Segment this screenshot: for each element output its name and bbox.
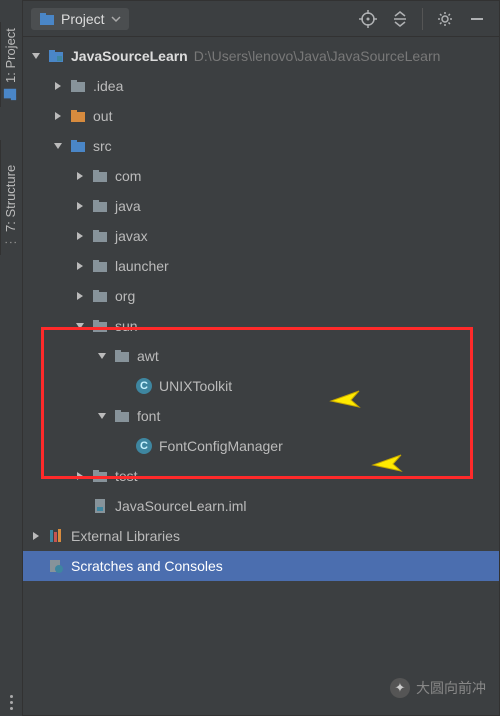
tree-node-scratches[interactable]: Scratches and Consoles (23, 551, 499, 581)
tree-node-font[interactable]: font (23, 401, 499, 431)
tree-node-javax[interactable]: javax (23, 221, 499, 251)
folder-icon (113, 347, 131, 365)
folder-out-icon (69, 107, 87, 125)
watermark-text: 大圆向前冲 (416, 678, 486, 698)
folder-icon (91, 287, 109, 305)
expand-arrow-icon[interactable] (95, 409, 109, 423)
folder-src-icon (69, 137, 87, 155)
folder-icon (113, 407, 131, 425)
sidebar-tab-project[interactable]: 1: Project (0, 22, 20, 107)
tree-node-label: .idea (93, 78, 123, 94)
tree-node-label: test (115, 468, 138, 484)
tree-node-label: out (93, 108, 112, 124)
expand-arrow-icon[interactable] (95, 349, 109, 363)
expand-arrow-icon[interactable] (73, 199, 87, 213)
tree-node-label: org (115, 288, 135, 304)
watermark: ✦ 大圆向前冲 (390, 678, 486, 698)
tree-node-label: awt (137, 348, 159, 364)
tree-node-org[interactable]: org (23, 281, 499, 311)
tree-node-java[interactable]: java (23, 191, 499, 221)
class-icon: C (135, 377, 153, 395)
tree-node-label: JavaSourceLearn.iml (115, 498, 247, 514)
toolbar-divider (422, 8, 423, 30)
tree-node-label: UNIXToolkit (159, 378, 232, 394)
tree-node-label: javax (115, 228, 148, 244)
tree-node-label: launcher (115, 258, 169, 274)
settings-button[interactable] (431, 5, 459, 33)
folder-icon (91, 257, 109, 275)
sidebar-tab-project-label: 1: Project (3, 28, 18, 83)
tree-node-label: com (115, 168, 141, 184)
folder-icon (91, 227, 109, 245)
folder-icon (91, 317, 109, 335)
expand-arrow-icon[interactable] (73, 259, 87, 273)
expand-arrow-icon[interactable] (51, 79, 65, 93)
tree-node-com[interactable]: com (23, 161, 499, 191)
tree-node-label: JavaSourceLearn (71, 48, 188, 64)
tree-node-external-libs[interactable]: External Libraries (23, 521, 499, 551)
folder-icon (69, 77, 87, 95)
project-dropdown-label: Project (61, 11, 105, 27)
project-tree[interactable]: JavaSourceLearn D:\Users\lenovo\Java\Jav… (23, 37, 499, 601)
project-view-dropdown[interactable]: Project (31, 8, 129, 30)
tree-node-path: D:\Users\lenovo\Java\JavaSourceLearn (194, 48, 441, 64)
tree-node-fontconfig[interactable]: C FontConfigManager (23, 431, 499, 461)
expand-arrow-icon[interactable] (29, 49, 43, 63)
scratches-icon (47, 557, 65, 575)
iml-file-icon (91, 497, 109, 515)
tree-node-label: sun (115, 318, 138, 334)
tree-node-label: FontConfigManager (159, 438, 283, 454)
expand-arrow-icon[interactable] (51, 109, 65, 123)
project-icon (39, 11, 55, 27)
project-panel: Project JavaSourceLearn D:\Users\lenovo\… (22, 0, 500, 716)
expand-arrow-icon[interactable] (73, 169, 87, 183)
tree-node-label: src (93, 138, 112, 154)
expand-arrow-icon[interactable] (51, 139, 65, 153)
tree-node-sun[interactable]: sun (23, 311, 499, 341)
collapse-button[interactable] (386, 5, 414, 33)
expand-arrow-icon[interactable] (73, 469, 87, 483)
folder-icon (91, 197, 109, 215)
tree-node-root[interactable]: JavaSourceLearn D:\Users\lenovo\Java\Jav… (23, 41, 499, 71)
expand-arrow-icon[interactable] (73, 319, 87, 333)
tree-node-unixtoolkit[interactable]: C UNIXToolkit (23, 371, 499, 401)
folder-icon (91, 467, 109, 485)
expand-arrow-icon[interactable] (73, 289, 87, 303)
tree-node-src[interactable]: src (23, 131, 499, 161)
tree-node-awt[interactable]: awt (23, 341, 499, 371)
sidebar-tab-structure[interactable]: ⋮ 7: Structure (0, 140, 20, 255)
tree-node-launcher[interactable]: launcher (23, 251, 499, 281)
tree-node-label: External Libraries (71, 528, 180, 544)
watermark-icon: ✦ (390, 678, 410, 698)
sidebar-tab-structure-label: 7: Structure (3, 165, 18, 232)
tree-node-idea[interactable]: .idea (23, 71, 499, 101)
folder-icon (91, 167, 109, 185)
library-icon (47, 527, 65, 545)
hide-button[interactable] (463, 5, 491, 33)
module-icon (47, 47, 65, 65)
tree-node-label: font (137, 408, 160, 424)
toolbar: Project (23, 1, 499, 37)
more-tabs-button[interactable] (2, 695, 20, 710)
expand-arrow-icon[interactable] (29, 529, 43, 543)
tree-node-iml[interactable]: JavaSourceLearn.iml (23, 491, 499, 521)
expand-arrow-icon[interactable] (73, 229, 87, 243)
chevron-down-icon (111, 11, 121, 27)
tree-node-test[interactable]: test (23, 461, 499, 491)
tree-node-out[interactable]: out (23, 101, 499, 131)
class-icon: C (135, 437, 153, 455)
tree-node-label: java (115, 198, 141, 214)
tree-node-label: Scratches and Consoles (71, 558, 223, 574)
locate-button[interactable] (354, 5, 382, 33)
